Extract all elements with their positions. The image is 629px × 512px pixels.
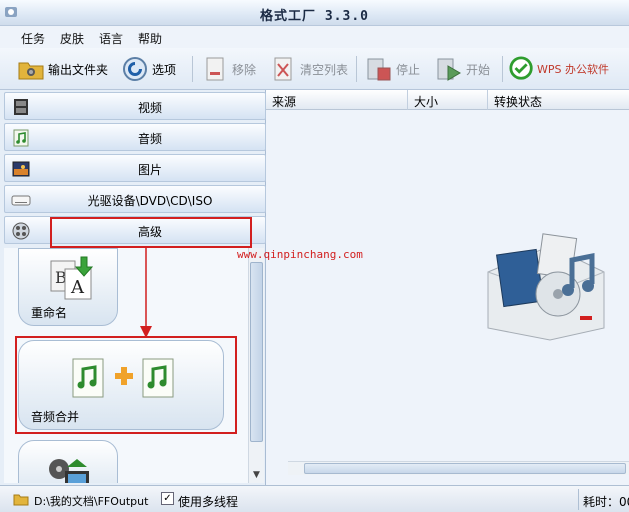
column-source[interactable]: 来源: [266, 90, 408, 110]
start-label: 开始: [466, 62, 491, 77]
menu-help[interactable]: 帮助: [138, 30, 162, 47]
elapsed-time: 耗时：00: [578, 489, 629, 510]
toolbar-separator: [502, 56, 503, 82]
joiner-icon: [49, 459, 89, 483]
highlight-box-advanced: [50, 217, 252, 248]
multithread-checkbox[interactable]: ✓: [161, 492, 174, 505]
menu-task[interactable]: 任务: [21, 30, 45, 47]
title-bar: 格式工厂 3.3.0: [0, 0, 629, 26]
output-folder-label: 输出文件夹: [48, 62, 109, 77]
advanced-icon: [12, 222, 30, 240]
menu-bar: 任务 皮肤 语言 帮助: [0, 26, 629, 48]
watermark-url: www.qinpinchang.com: [237, 248, 363, 261]
scrollbar-thumb[interactable]: [250, 262, 263, 442]
stop-icon: [366, 56, 392, 82]
image-icon: [12, 161, 30, 177]
category-video-label: 视频: [137, 101, 162, 115]
options-label: 选项: [152, 62, 177, 77]
task-list-hscrollbar[interactable]: [288, 461, 629, 475]
format-factory-logo: [487, 233, 605, 341]
category-audio-label: 音频: [137, 132, 162, 146]
highlight-box-audio-merge: [15, 336, 237, 434]
category-disc[interactable]: 光驱设备\DVD\CD\ISO: [4, 185, 266, 213]
column-status[interactable]: 转换状态: [488, 90, 629, 110]
start-icon: [436, 56, 462, 82]
audio-icon: [13, 129, 29, 147]
toolbar-separator: [192, 56, 193, 82]
clear-list-button[interactable]: 清空列表: [270, 54, 348, 84]
column-size[interactable]: 大小: [408, 90, 488, 110]
category-disc-label: 光驱设备\DVD\CD\ISO: [87, 194, 213, 208]
category-video[interactable]: 视频: [4, 92, 266, 120]
scroll-down-arrow[interactable]: ▼: [250, 469, 263, 482]
menu-skin[interactable]: 皮肤: [60, 30, 84, 47]
tool-list-scrollbar[interactable]: ▼: [248, 248, 264, 483]
joiner-tile[interactable]: [18, 440, 118, 483]
remove-label: 移除: [232, 62, 257, 77]
category-audio[interactable]: 音频: [4, 123, 266, 151]
status-bar: D:\我的文档\FFOutput ✓ 使用多线程 耗时：00: [0, 485, 629, 512]
rename-tile[interactable]: B A 重命名: [18, 248, 118, 326]
category-image[interactable]: 图片: [4, 154, 266, 182]
wps-icon: [509, 56, 535, 82]
category-image-label: 图片: [137, 163, 162, 177]
toolbar: 输出文件夹 选项 移除 清空列表 停止 开始 WPS 办公软件: [0, 48, 629, 90]
options-button[interactable]: 选项: [122, 54, 176, 84]
stop-button[interactable]: 停止: [366, 54, 420, 84]
remove-button[interactable]: 移除: [202, 54, 256, 84]
svg-text:A: A: [70, 277, 85, 298]
wps-button[interactable]: WPS 办公软件: [509, 54, 609, 84]
rename-label: 重命名: [31, 306, 68, 320]
folder-icon: [18, 56, 44, 82]
hscrollbar-thumb[interactable]: [304, 463, 626, 474]
task-list-panel: 来源 大小 转换状态: [266, 90, 629, 485]
multithread-label: 使用多线程: [178, 495, 239, 509]
rename-icon: B A: [50, 256, 94, 300]
disc-icon: [11, 195, 31, 206]
start-button[interactable]: 开始: [436, 54, 490, 84]
output-folder-icon[interactable]: [13, 492, 29, 506]
menu-language[interactable]: 语言: [99, 30, 123, 47]
toolbar-separator: [356, 56, 357, 82]
clear-icon: [270, 56, 296, 82]
window-title: 格式工厂 3.3.0: [260, 9, 369, 24]
highlight-arrow: [140, 248, 152, 338]
remove-icon: [202, 56, 228, 82]
output-folder-button[interactable]: 输出文件夹: [18, 54, 108, 84]
output-path: D:\我的文档\FFOutput: [34, 495, 149, 508]
wps-label: WPS 办公软件: [537, 63, 609, 76]
video-icon: [14, 99, 28, 115]
clear-list-label: 清空列表: [300, 62, 349, 77]
stop-label: 停止: [396, 62, 421, 77]
options-icon: [122, 56, 148, 82]
